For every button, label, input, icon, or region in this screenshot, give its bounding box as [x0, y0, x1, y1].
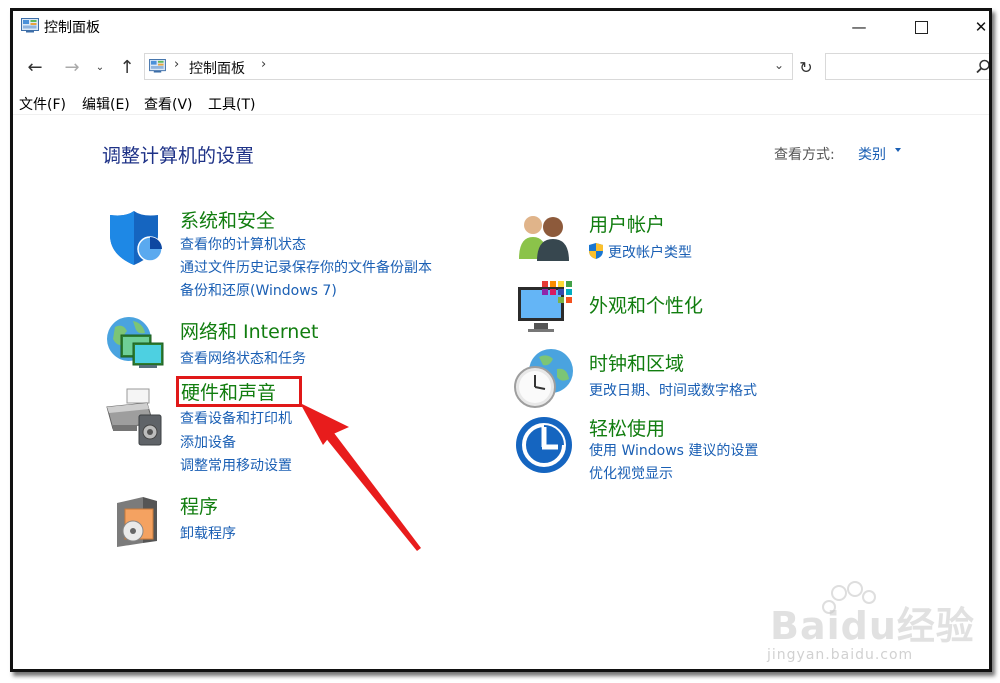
- back-arrow-icon: ←: [27, 56, 43, 78]
- baidu-watermark: Baidu经验 jingyan.baidu.com: [753, 581, 989, 669]
- uac-shield-icon: [589, 243, 603, 259]
- menu-file[interactable]: 文件(F): [19, 94, 66, 114]
- caret-down-icon[interactable]: [895, 148, 901, 152]
- recent-locations-button[interactable]: ⌄: [93, 55, 107, 79]
- appearance-icon[interactable]: [516, 279, 574, 337]
- menu-view[interactable]: 查看(V): [144, 94, 193, 114]
- control-panel-icon: [149, 59, 166, 73]
- ease-of-access-icon[interactable]: [514, 415, 574, 475]
- address-dropdown-icon[interactable]: ⌄: [774, 58, 784, 72]
- link-change-date-time[interactable]: 更改日期、时间或数字格式: [589, 380, 757, 400]
- control-panel-icon: [21, 18, 39, 33]
- address-bar[interactable]: › 控制面板 › ⌄: [144, 53, 793, 80]
- control-panel-window: 控制面板 — ✕ ← → ⌄ ↑ › 控制面板 › ⌄ ↻ 文件(F) 编辑(E…: [10, 8, 992, 672]
- view-by-dropdown[interactable]: 类别: [858, 144, 886, 164]
- category-clock-region[interactable]: 时钟和区域: [589, 349, 684, 376]
- navigation-bar: ← → ⌄ ↑ › 控制面板 › ⌄ ↻: [13, 51, 989, 83]
- link-change-account-type[interactable]: 更改帐户类型: [608, 242, 692, 262]
- breadcrumb-separator-icon[interactable]: ›: [261, 57, 266, 72]
- link-add-device[interactable]: 添加设备: [180, 432, 236, 452]
- category-system-security[interactable]: 系统和安全: [180, 206, 275, 233]
- link-mobility-settings[interactable]: 调整常用移动设置: [180, 455, 292, 475]
- window-title: 控制面板: [44, 20, 100, 36]
- breadcrumb-control-panel[interactable]: 控制面板: [189, 58, 245, 78]
- minimize-button[interactable]: —: [836, 11, 882, 43]
- printer-speaker-icon[interactable]: [103, 385, 165, 449]
- search-icon[interactable]: [976, 59, 991, 74]
- user-accounts-icon[interactable]: [515, 211, 573, 263]
- category-network-internet[interactable]: 网络和 Internet: [180, 317, 318, 344]
- screenshot-frame: 控制面板 — ✕ ← → ⌄ ↑ › 控制面板 › ⌄ ↻ 文件(F) 编辑(E…: [0, 0, 1000, 683]
- link-network-status[interactable]: 查看网络状态和任务: [180, 348, 306, 368]
- category-programs[interactable]: 程序: [180, 492, 218, 519]
- up-arrow-icon: ↑: [119, 56, 135, 78]
- clock-globe-icon[interactable]: [513, 347, 575, 409]
- link-backup-restore[interactable]: 备份和还原(Windows 7): [180, 280, 337, 300]
- highlight-box: [176, 376, 302, 407]
- link-recommended-settings[interactable]: 使用 Windows 建议的设置: [589, 440, 758, 460]
- watermark-url: jingyan.baidu.com: [767, 647, 914, 663]
- network-globe-icon[interactable]: [103, 313, 167, 373]
- link-file-history-backup[interactable]: 通过文件历史记录保存你的文件备份副本: [180, 257, 432, 277]
- category-ease-of-access[interactable]: 轻松使用: [589, 414, 665, 441]
- category-appearance[interactable]: 外观和个性化: [589, 291, 703, 318]
- menu-edit[interactable]: 编辑(E): [82, 94, 130, 114]
- breadcrumb-separator-icon[interactable]: ›: [174, 57, 179, 72]
- link-uninstall-program[interactable]: 卸载程序: [180, 523, 236, 543]
- chevron-down-icon: ⌄: [95, 61, 105, 73]
- link-devices-printers[interactable]: 查看设备和打印机: [180, 408, 292, 428]
- refresh-icon: ↻: [799, 57, 813, 77]
- forward-arrow-icon: →: [64, 56, 80, 78]
- title-bar: 控制面板 — ✕: [13, 11, 989, 43]
- link-view-computer-status[interactable]: 查看你的计算机状态: [180, 234, 306, 254]
- refresh-button[interactable]: ↻: [794, 55, 818, 79]
- category-user-accounts[interactable]: 用户帐户: [589, 210, 665, 237]
- up-button[interactable]: ↑: [116, 55, 138, 79]
- view-by-label: 查看方式:: [774, 147, 835, 163]
- shield-icon[interactable]: [106, 209, 162, 267]
- menu-tools[interactable]: 工具(T): [208, 94, 255, 114]
- search-input[interactable]: [825, 53, 991, 80]
- page-title: 调整计算机的设置: [102, 145, 255, 167]
- close-button[interactable]: ✕: [958, 11, 989, 43]
- link-optimize-visual-display[interactable]: 优化视觉显示: [589, 463, 673, 483]
- forward-button[interactable]: →: [61, 55, 83, 79]
- maximize-button[interactable]: [898, 11, 944, 43]
- maximize-icon: [914, 20, 928, 34]
- watermark-brand: Baidu经验: [770, 604, 975, 648]
- back-button[interactable]: ←: [22, 55, 48, 79]
- programs-icon[interactable]: [111, 491, 163, 549]
- menu-bar: 文件(F) 编辑(E) 查看(V) 工具(T): [13, 91, 989, 115]
